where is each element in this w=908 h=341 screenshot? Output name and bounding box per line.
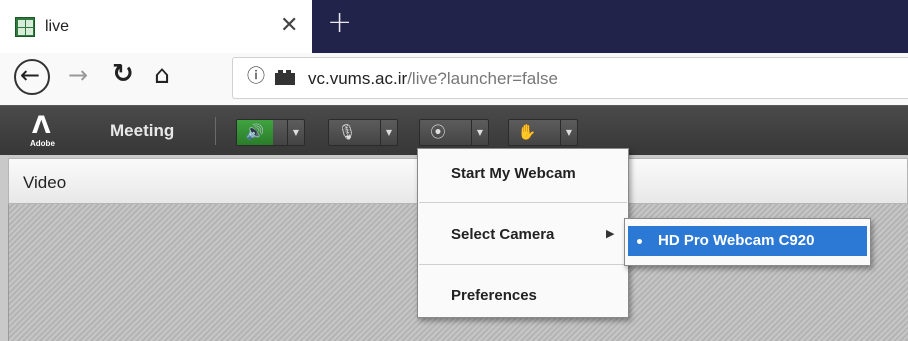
menu-divider (419, 264, 627, 265)
url-path: /live?launcher=false (407, 69, 558, 88)
microphone-icon: 🎙 (337, 123, 357, 141)
webcam-icon: ⦿ (430, 123, 446, 141)
browser-tab[interactable]: live ✕ (0, 0, 312, 53)
webcam-button[interactable]: ⦿ ▼ (419, 119, 489, 146)
logo-text: Adobe (30, 139, 55, 148)
reload-icon[interactable]: ↻ (112, 61, 134, 87)
site-info-icon[interactable]: ⓘ (247, 68, 265, 86)
raise-hand-icon: ✋ (517, 123, 537, 141)
adobe-logo: Λ Adobe (30, 111, 55, 148)
chevron-down-icon[interactable]: ▼ (471, 120, 488, 145)
home-icon[interactable]: ⌂ (154, 62, 170, 87)
camera-submenu: HD Pro Webcam C920 (624, 218, 871, 266)
chevron-down-icon[interactable]: ▼ (380, 120, 397, 145)
back-arrow-icon[interactable]: ← (14, 59, 50, 95)
submenu-arrow-icon: ▶ (606, 227, 615, 240)
menu-item-preferences[interactable]: Preferences (418, 275, 628, 315)
microphone-button[interactable]: 🎙 ▼ (328, 119, 398, 146)
status-button[interactable]: ✋ ▼ (508, 119, 578, 146)
browser-nav-bar: ← → ↻ ⌂ ⓘ vc.vums.ac.ir/live?launcher=fa… (0, 53, 908, 105)
camera-option-label: HD Pro Webcam C920 (658, 232, 815, 249)
menu-item-label: Start My Webcam (451, 165, 576, 182)
site-favicon-icon (15, 17, 35, 37)
meeting-menu[interactable]: Meeting (110, 121, 174, 141)
webcam-menu: Start My Webcam Select Camera ▶ Preferen… (417, 148, 629, 318)
url-domain: vc.vums.ac.ir (308, 69, 408, 88)
camera-permission-icon[interactable] (275, 70, 295, 85)
selected-bullet-icon (637, 239, 642, 244)
chevron-down-icon[interactable]: ▼ (287, 120, 304, 145)
new-tab-plus-icon[interactable]: + (327, 8, 352, 38)
close-icon[interactable]: ✕ (280, 14, 298, 36)
forward-arrow-icon[interactable]: → (68, 63, 88, 87)
tab-title: live (45, 18, 70, 35)
menu-divider (419, 202, 627, 203)
camera-option[interactable]: HD Pro Webcam C920 (628, 226, 867, 256)
chevron-down-icon[interactable]: ▼ (560, 120, 577, 145)
speaker-button[interactable]: 🔊 ▼ (236, 119, 305, 146)
menu-item-select-camera[interactable]: Select Camera ▶ (418, 214, 628, 254)
address-bar[interactable]: ⓘ vc.vums.ac.ir/live?launcher=false (232, 57, 908, 99)
pod-title: Video (23, 173, 67, 192)
browser-tab-strip: live ✕ + (0, 0, 908, 53)
menu-item-start-webcam[interactable]: Start My Webcam (418, 153, 628, 193)
speaker-icon: 🔊 (237, 120, 273, 145)
toolbar-divider (215, 117, 216, 145)
menu-item-label: Preferences (451, 287, 537, 304)
url-text[interactable]: vc.vums.ac.ir/live?launcher=false (308, 69, 558, 89)
menu-item-label: Select Camera (451, 226, 555, 243)
